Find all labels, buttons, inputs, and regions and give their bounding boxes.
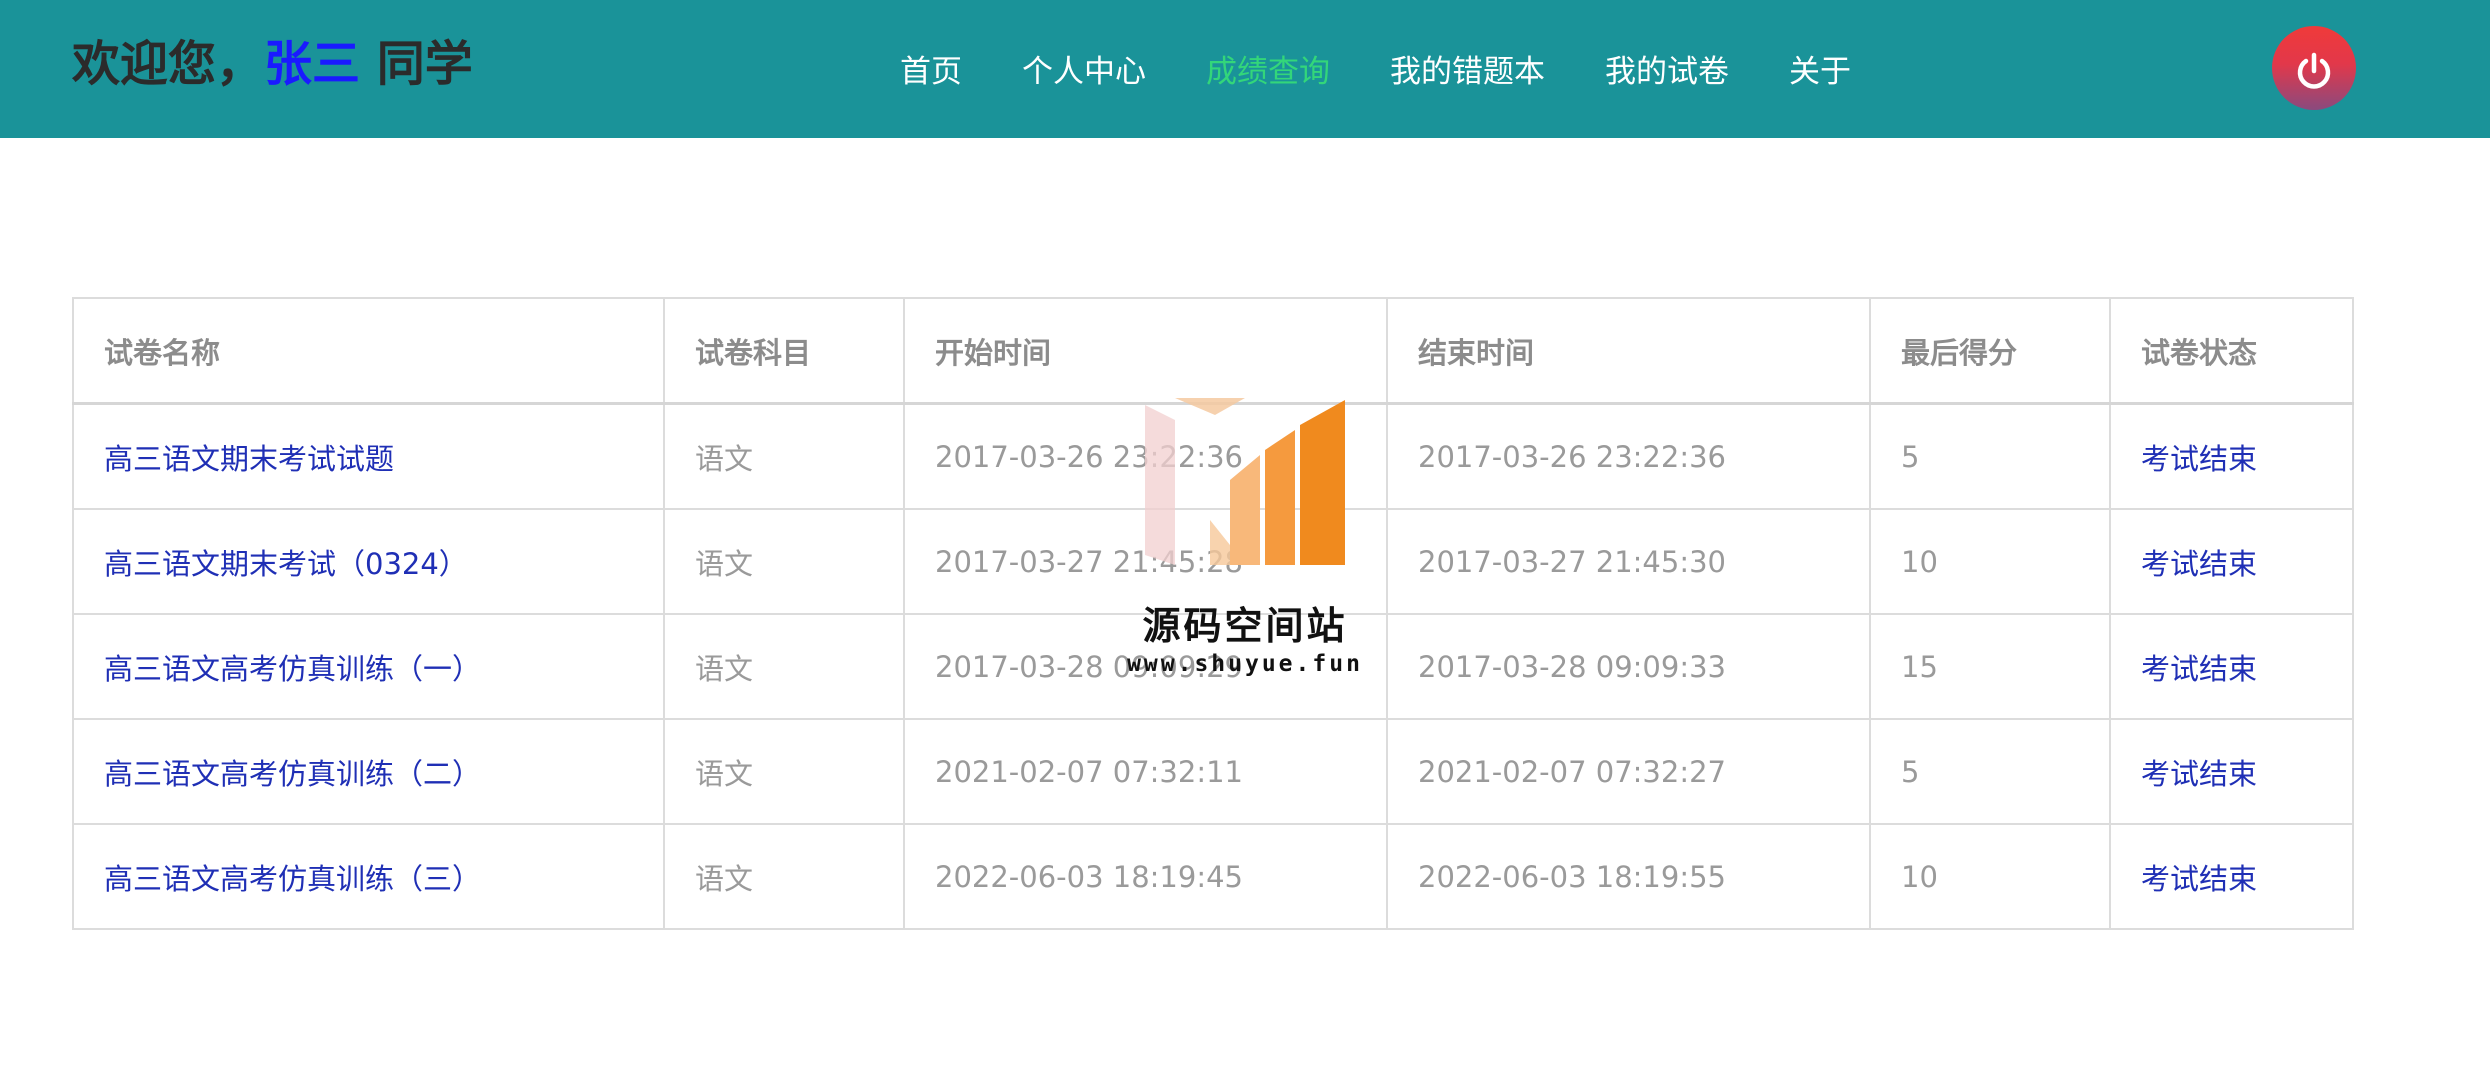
paper-status: 考试结束	[2109, 508, 2354, 615]
paper-start-time: 2017-03-26 23:22:36	[903, 402, 1388, 510]
paper-subject: 语文	[663, 718, 905, 825]
paper-subject: 语文	[663, 823, 905, 930]
paper-start-time: 2017-03-27 21:45:28	[903, 508, 1388, 615]
nav-about[interactable]: 关于	[1789, 46, 1851, 91]
top-header: 欢迎您，张三 同学 首页 个人中心 成绩查询 我的错题本 我的试卷 关于	[0, 0, 2490, 138]
paper-start-time: 2021-02-07 07:32:11	[903, 718, 1388, 825]
table-row: 高三语文期末考试试题 语文 2017-03-26 23:22:36 2017-0…	[72, 402, 2354, 510]
paper-score: 10	[1869, 508, 2111, 615]
paper-score: 5	[1869, 402, 2111, 510]
user-name: 张三	[264, 36, 361, 92]
power-icon	[2297, 52, 2331, 89]
nav-personal-center[interactable]: 个人中心	[1022, 46, 1146, 91]
paper-name-link[interactable]: 高三语文高考仿真训练（一）	[72, 613, 665, 720]
paper-subject: 语文	[663, 613, 905, 720]
paper-start-time: 2017-03-28 09:09:29	[903, 613, 1388, 720]
welcome-suffix: 同学	[360, 36, 473, 92]
nav-score-query[interactable]: 成绩查询	[1206, 46, 1330, 91]
column-header-final-score: 最后得分	[1869, 297, 2111, 405]
logout-button[interactable]	[2272, 26, 2356, 110]
welcome-message: 欢迎您，张三 同学	[72, 34, 473, 94]
table-row: 高三语文高考仿真训练（二） 语文 2021-02-07 07:32:11 202…	[72, 718, 2354, 825]
nav-my-papers[interactable]: 我的试卷	[1605, 46, 1729, 91]
paper-start-time: 2022-06-03 18:19:45	[903, 823, 1388, 930]
paper-end-time: 2017-03-26 23:22:36	[1386, 402, 1871, 510]
column-header-status: 试卷状态	[2109, 297, 2354, 405]
column-header-end-time: 结束时间	[1386, 297, 1871, 405]
paper-name-link[interactable]: 高三语文高考仿真训练（三）	[72, 823, 665, 930]
paper-name-link[interactable]: 高三语文期末考试（0324）	[72, 508, 665, 615]
paper-score: 5	[1869, 718, 2111, 825]
column-header-paper-name: 试卷名称	[72, 297, 665, 405]
paper-end-time: 2022-06-03 18:19:55	[1386, 823, 1871, 930]
paper-status: 考试结束	[2109, 613, 2354, 720]
welcome-prefix: 欢迎您，	[72, 36, 265, 92]
table-header-row: 试卷名称 试卷科目 开始时间 结束时间 最后得分 试卷状态	[72, 297, 2354, 405]
paper-end-time: 2017-03-27 21:45:30	[1386, 508, 1871, 615]
table-row: 高三语文期末考试（0324） 语文 2017-03-27 21:45:28 20…	[72, 508, 2354, 615]
column-header-subject: 试卷科目	[663, 297, 905, 405]
nav-home[interactable]: 首页	[900, 46, 962, 91]
main-nav: 首页 个人中心 成绩查询 我的错题本 我的试卷 关于	[900, 44, 1911, 92]
paper-subject: 语文	[663, 508, 905, 615]
paper-status: 考试结束	[2109, 402, 2354, 510]
paper-subject: 语文	[663, 402, 905, 510]
paper-status: 考试结束	[2109, 823, 2354, 930]
paper-score: 15	[1869, 613, 2111, 720]
paper-end-time: 2021-02-07 07:32:27	[1386, 718, 1871, 825]
paper-score: 10	[1869, 823, 2111, 930]
column-header-start-time: 开始时间	[903, 297, 1388, 405]
nav-mistake-book[interactable]: 我的错题本	[1390, 46, 1545, 91]
paper-status: 考试结束	[2109, 718, 2354, 825]
table-row: 高三语文高考仿真训练（一） 语文 2017-03-28 09:09:29 201…	[72, 613, 2354, 720]
paper-name-link[interactable]: 高三语文高考仿真训练（二）	[72, 718, 665, 825]
score-table: 试卷名称 试卷科目 开始时间 结束时间 最后得分 试卷状态 高三语文期末考试试题…	[72, 297, 2354, 930]
paper-end-time: 2017-03-28 09:09:33	[1386, 613, 1871, 720]
table-row: 高三语文高考仿真训练（三） 语文 2022-06-03 18:19:45 202…	[72, 823, 2354, 930]
paper-name-link[interactable]: 高三语文期末考试试题	[72, 402, 665, 510]
